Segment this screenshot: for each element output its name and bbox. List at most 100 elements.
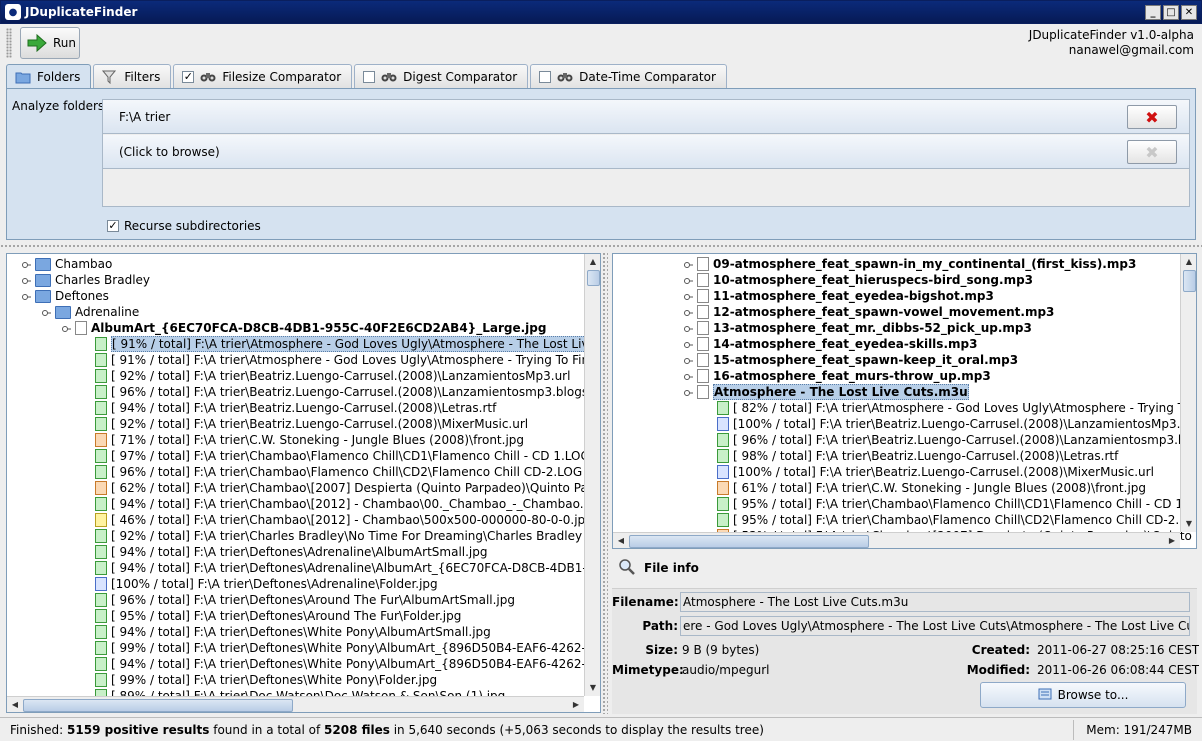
- scroll-left-icon[interactable]: ◀: [613, 533, 629, 548]
- tree-expander-icon[interactable]: [41, 307, 51, 317]
- tree-file-node[interactable]: [ 91% / total] F:\A trier\Atmosphere - G…: [95, 352, 600, 368]
- tree-expander-icon[interactable]: [683, 275, 693, 285]
- tree-expander-icon[interactable]: [683, 355, 693, 365]
- tree-file-node[interactable]: 15-atmosphere_feat_spawn-keep_it_oral.mp…: [697, 352, 1018, 368]
- tab-digest-comparator[interactable]: Digest Comparator: [354, 64, 529, 88]
- tree-file-node[interactable]: [ 82% / total] F:\A trier\Atmosphere - G…: [717, 400, 1196, 416]
- tree-folder-node[interactable]: Adrenaline: [55, 304, 139, 320]
- tree-file-node[interactable]: [ 92% / total] F:\A trier\Beatriz.Luengo…: [95, 368, 570, 384]
- tab-filters[interactable]: Filters: [93, 64, 172, 88]
- remove-folder-button[interactable]: ✖: [1127, 105, 1177, 129]
- scroll-thumb[interactable]: [587, 270, 600, 286]
- tree-file-node[interactable]: 16-atmosphere_feat_murs-throw_up.mp3: [697, 368, 991, 384]
- tree-file-node[interactable]: [ 96% / total] F:\A trier\Deftones\Aroun…: [95, 592, 515, 608]
- toolbar-grip[interactable]: [6, 28, 12, 58]
- tree-file-node[interactable]: [ 71% / total] F:\A trier\C.W. Stoneking…: [95, 432, 524, 448]
- scroll-thumb[interactable]: [23, 699, 293, 712]
- tree-folder-node[interactable]: Chambao: [35, 256, 112, 272]
- browse-folder-item[interactable]: (Click to browse) ✖: [103, 135, 1189, 169]
- tree-expander-icon[interactable]: [61, 323, 71, 333]
- tree-file-node[interactable]: 12-atmosphere_feat_spawn-vowel_movement.…: [697, 304, 1054, 320]
- filename-field[interactable]: Atmosphere - The Lost Live Cuts.m3u: [680, 592, 1190, 612]
- tree-file-node[interactable]: 11-atmosphere_feat_eyedea-bigshot.mp3: [697, 288, 994, 304]
- tree-expander-icon[interactable]: [683, 259, 693, 269]
- tree-file-node[interactable]: 13-atmosphere_feat_mr._dibbs-52_pick_up.…: [697, 320, 1032, 336]
- duplicates-tree[interactable]: [ 53% / total] F:\A trier\Chambao\[2007]…: [612, 253, 1197, 549]
- tree-file-node[interactable]: [ 96% / total] F:\A trier\Beatriz.Luengo…: [95, 384, 600, 400]
- tree-folder-node[interactable]: Charles Bradley: [35, 272, 150, 288]
- tab-folders[interactable]: Folders: [6, 64, 92, 88]
- tree-file-node[interactable]: [ 94% / total] F:\A trier\Deftones\Adren…: [95, 544, 488, 560]
- tree-file-node[interactable]: Atmosphere - The Lost Live Cuts.m3u: [697, 384, 969, 400]
- tree-expander-icon[interactable]: [683, 371, 693, 381]
- tree-node-label: [ 97% / total] F:\A trier\Chambao\Flamen…: [111, 449, 590, 463]
- tree-file-node[interactable]: AlbumArt_{6EC70FCA-D8CB-4DB1-955C-40F2E6…: [75, 320, 546, 336]
- tree-file-node[interactable]: 09-atmosphere_feat_spawn-in_my_continent…: [697, 256, 1136, 272]
- scroll-left-icon[interactable]: ◀: [7, 697, 23, 712]
- tree-file-node[interactable]: [ 96% / total] F:\A trier\Chambao\Flamen…: [95, 464, 582, 480]
- tree-file-node[interactable]: [ 97% / total] F:\A trier\Chambao\Flamen…: [95, 448, 590, 464]
- scroll-thumb[interactable]: [629, 535, 869, 548]
- tree-file-node[interactable]: 10-atmosphere_feat_hieruspecs-bird_song.…: [697, 272, 1033, 288]
- tree-file-node[interactable]: [100% / total] F:\A trier\Beatriz.Luengo…: [717, 464, 1154, 480]
- tree-file-node[interactable]: [ 92% / total] F:\A trier\Beatriz.Luengo…: [95, 416, 528, 432]
- tab-date-time-comparator[interactable]: Date-Time Comparator: [530, 64, 727, 88]
- tree-file-node[interactable]: [ 95% / total] F:\A trier\Chambao\Flamen…: [717, 512, 1196, 528]
- folder-item[interactable]: F:\A trier ✖: [103, 100, 1189, 134]
- tab-enable-checkbox[interactable]: [363, 70, 376, 83]
- results-tree-hscroll[interactable]: ◀ ▶: [7, 696, 584, 712]
- tree-file-node[interactable]: [ 95% / total] F:\A trier\Deftones\Aroun…: [95, 608, 461, 624]
- tree-expander-icon[interactable]: [21, 275, 31, 285]
- tree-file-node[interactable]: [ 62% / total] F:\A trier\Chambao\[2007]…: [95, 480, 600, 496]
- minimize-icon[interactable]: _: [1145, 5, 1161, 20]
- duplicates-tree-hscroll[interactable]: ◀ ▶: [613, 532, 1180, 548]
- scroll-down-icon[interactable]: ▼: [1181, 516, 1196, 532]
- tree-expander-icon[interactable]: [683, 307, 693, 317]
- recurse-option[interactable]: ✓ Recurse subdirectories: [107, 219, 261, 233]
- tree-expander-icon[interactable]: [683, 387, 693, 397]
- tab-filesize-comparator[interactable]: ✓ Filesize Comparator: [173, 64, 353, 88]
- tree-file-node[interactable]: [ 46% / total] F:\A trier\Chambao\[2012]…: [95, 512, 593, 528]
- tree-file-node[interactable]: 14-atmosphere_feat_eyedea-skills.mp3: [697, 336, 977, 352]
- tree-file-node[interactable]: [ 94% / total] F:\A trier\Beatriz.Luengo…: [95, 400, 496, 416]
- tree-file-node[interactable]: [ 94% / total] F:\A trier\Deftones\Adren…: [95, 560, 600, 576]
- close-icon[interactable]: ✕: [1181, 5, 1197, 20]
- browse-to-button[interactable]: Browse to...: [980, 682, 1186, 708]
- duplicates-tree-vscroll[interactable]: ▲ ▼: [1180, 254, 1196, 532]
- tree-file-node[interactable]: [ 96% / total] F:\A trier\Beatriz.Luengo…: [717, 432, 1196, 448]
- scroll-thumb[interactable]: [1183, 270, 1196, 292]
- path-field[interactable]: ere - God Loves Ugly\Atmosphere - The Lo…: [680, 616, 1190, 636]
- tree-expander-icon[interactable]: [683, 339, 693, 349]
- recurse-checkbox[interactable]: ✓: [107, 220, 119, 232]
- tree-expander-icon[interactable]: [683, 323, 693, 333]
- tree-file-node[interactable]: [ 94% / total] F:\A trier\Deftones\White…: [95, 656, 600, 672]
- tree-file-node[interactable]: [ 92% / total] F:\A trier\Charles Bradle…: [95, 528, 600, 544]
- tree-file-node[interactable]: [ 94% / total] F:\A trier\Deftones\White…: [95, 624, 491, 640]
- scroll-up-icon[interactable]: ▲: [585, 254, 600, 270]
- scroll-right-icon[interactable]: ▶: [568, 697, 584, 712]
- tab-enable-checkbox[interactable]: [539, 70, 552, 83]
- tree-file-node[interactable]: [100% / total] F:\A trier\Deftones\Adren…: [95, 576, 438, 592]
- run-button[interactable]: Run: [20, 27, 80, 59]
- tree-file-node[interactable]: [100% / total] F:\A trier\Beatriz.Luengo…: [717, 416, 1196, 432]
- tree-file-node[interactable]: [ 99% / total] F:\A trier\Deftones\White…: [95, 672, 437, 688]
- scroll-right-icon[interactable]: ▶: [1164, 533, 1180, 548]
- tree-folder-node[interactable]: Deftones: [35, 288, 109, 304]
- results-tree[interactable]: [ 89% / total] F:\A trier\Doc Watson\Doc…: [6, 253, 601, 713]
- tree-expander-icon[interactable]: [21, 291, 31, 301]
- tree-file-node[interactable]: [ 95% / total] F:\A trier\Chambao\Flamen…: [717, 496, 1196, 512]
- tree-file-node[interactable]: [ 99% / total] F:\A trier\Deftones\White…: [95, 640, 600, 656]
- maximize-icon[interactable]: □: [1163, 5, 1179, 20]
- tree-file-node[interactable]: [ 94% / total] F:\A trier\Chambao\[2012]…: [95, 496, 600, 512]
- scroll-up-icon[interactable]: ▲: [1181, 254, 1196, 270]
- horizontal-split-handle[interactable]: [0, 244, 1202, 249]
- tree-file-node[interactable]: [ 61% / total] F:\A trier\C.W. Stoneking…: [717, 480, 1146, 496]
- tree-file-node[interactable]: [ 91% / total] F:\A trier\Atmosphere - G…: [95, 336, 600, 352]
- tree-expander-icon[interactable]: [21, 259, 31, 269]
- tab-enable-checkbox[interactable]: ✓: [182, 70, 195, 83]
- vertical-split-handle[interactable]: [602, 252, 608, 714]
- scroll-down-icon[interactable]: ▼: [585, 680, 600, 696]
- tree-expander-icon[interactable]: [683, 291, 693, 301]
- tree-file-node[interactable]: [ 98% / total] F:\A trier\Beatriz.Luengo…: [717, 448, 1118, 464]
- results-tree-vscroll[interactable]: ▲ ▼: [584, 254, 600, 696]
